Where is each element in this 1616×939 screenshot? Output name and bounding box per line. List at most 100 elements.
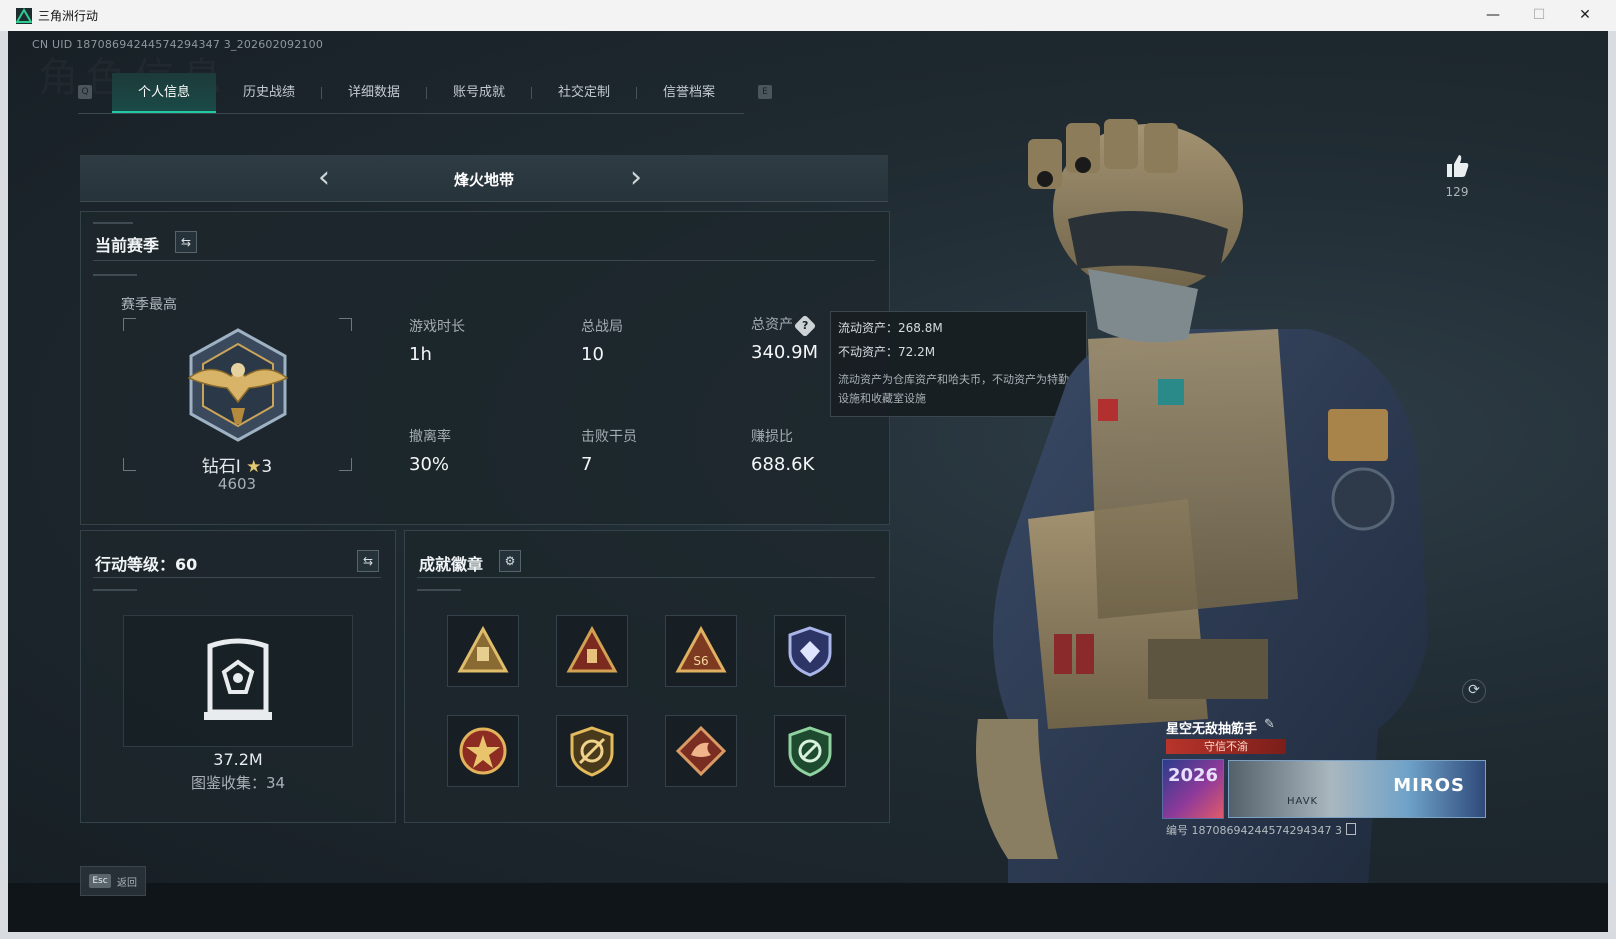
prev-tab-key[interactable]: Q [78, 85, 92, 99]
tab-detail-data[interactable]: 详细数据 [322, 73, 426, 113]
esc-key: Esc [89, 874, 111, 888]
mode-selector: ‹ 烽火地带 › [80, 155, 888, 202]
like-count: 129 [1445, 185, 1469, 199]
name-card-text: HAVK [1287, 796, 1319, 807]
stat-total-assets: 总资产? 340.9M [751, 314, 818, 363]
season-panel: 当前赛季 ⇆ 赛季最高 钻石I ★3 4603 游戏时长 1h 总战局 10 总… [80, 211, 890, 525]
tab-history[interactable]: 历史战绩 [217, 73, 321, 113]
badge-shield-blue-icon[interactable] [774, 615, 846, 687]
panel-divider [93, 577, 381, 578]
edit-name-icon[interactable]: ✎ [1264, 717, 1275, 732]
maximize-button[interactable]: ☐ [1516, 0, 1562, 31]
desktop-edge-left [0, 31, 8, 932]
app-logo-icon [16, 8, 32, 24]
window-titlebar: 三角洲行动 — ☐ ✕ [0, 0, 1616, 32]
tab-bar: Q 个人信息 历史战绩 详细数据 账号成就 社交定制 信誉档案 E [78, 73, 772, 114]
tooltip-fixed-assets: 不动资产：72.2M [838, 345, 936, 359]
tab-credit[interactable]: 信誉档案 [637, 73, 741, 113]
name-card-brand: MIROS [1393, 775, 1465, 796]
season-title: 当前赛季 [95, 236, 160, 255]
panel-decoration [93, 274, 137, 276]
operation-level-panel: 行动等级：60 ⇆ 37.2M 图鉴收集：34 [80, 530, 396, 823]
copy-icon[interactable] [1345, 823, 1356, 835]
stat-label: 游戏时长 [409, 319, 465, 335]
badge-shield-gold-icon[interactable] [556, 715, 628, 787]
tooltip-liquid-assets: 流动资产：268.8M [838, 321, 943, 335]
badge-tri-gold-icon[interactable] [447, 615, 519, 687]
stat-value: 10 [581, 344, 604, 365]
player-nameplate: 星空无敌抽筋手 ✎ 守信不渝 2026 HAVK MIROS 编号 187086… [1160, 714, 1486, 837]
stat-total-matches: 总战局 10 [581, 316, 623, 365]
badge-dragon-red-icon[interactable] [665, 715, 737, 787]
badges-title: 成就徽章 [419, 555, 484, 574]
stat-label-text: 总资产 [751, 317, 793, 333]
player-name: 星空无敌抽筋手 [1166, 722, 1258, 737]
stat-value: 30% [409, 454, 450, 475]
stat-label: 总战局 [581, 319, 623, 335]
panel-decoration [417, 589, 461, 591]
rank-star-icon: ★ [246, 457, 262, 477]
rank-stars: 3 [261, 457, 273, 477]
panel-decoration [93, 222, 133, 224]
account-uid: CN UID 18708694244574294347 3_2026020921… [32, 38, 324, 51]
badges-settings-icon[interactable]: ⚙ [499, 550, 521, 572]
season-best-label: 赛季最高 [121, 297, 177, 313]
collection-case-icon[interactable] [202, 636, 274, 722]
panel-decoration [93, 589, 137, 591]
stat-label: 总资产? [751, 314, 818, 338]
collection-count: 图鉴收集：34 [190, 774, 286, 792]
badge-tri-red-icon[interactable] [556, 615, 628, 687]
thumbs-up-icon[interactable] [1444, 153, 1470, 179]
tab-social[interactable]: 社交定制 [532, 73, 636, 113]
badge-shield-green-icon[interactable] [774, 715, 846, 787]
next-tab-key[interactable]: E [758, 85, 772, 99]
season-switch-button[interactable]: ⇆ [175, 231, 197, 253]
game-viewport: 角色信息 CN UID 18708694244574294347 3_20260… [8, 31, 1608, 932]
stat-operators-defeated: 击败干员 7 [581, 426, 637, 475]
stat-label: 赚损比 [751, 429, 793, 445]
credit-badge: 守信不渝 [1166, 739, 1286, 754]
badge-star-red-icon[interactable] [447, 715, 519, 787]
tab-achievements[interactable]: 账号成就 [427, 73, 531, 113]
badge-tri-s6-icon[interactable]: S6 [665, 615, 737, 687]
stat-value: 340.9M [751, 342, 819, 363]
desktop-edge-bottom [0, 932, 1616, 939]
window-title: 三角洲行动 [38, 9, 99, 23]
level-switch-button[interactable]: ⇆ [357, 550, 379, 572]
panel-divider [93, 260, 875, 261]
stat-profit-loss: 赚损比 688.6K [751, 426, 814, 475]
name-card[interactable]: HAVK MIROS [1228, 760, 1486, 818]
frame-corner [339, 458, 352, 471]
tab-personal-info[interactable]: 个人信息 [112, 73, 216, 113]
diamond-rank-eagle-icon [179, 326, 297, 444]
minimize-button[interactable]: — [1470, 0, 1516, 31]
close-button[interactable]: ✕ [1562, 0, 1608, 31]
back-label: 返回 [117, 878, 137, 889]
rotate-model-icon[interactable]: ⟳ [1462, 679, 1486, 703]
rank-tier: 钻石I [201, 457, 241, 477]
stat-value: 7 [581, 454, 593, 475]
desktop-edge-right [1608, 31, 1616, 932]
frame-corner [123, 458, 136, 471]
stat-label: 撤离率 [409, 429, 451, 445]
back-button[interactable]: Esc 返回 [80, 866, 146, 896]
collection-value: 37.2M [213, 750, 263, 769]
mode-next-arrow-icon[interactable]: › [630, 161, 642, 195]
rank-score: 4603 [217, 475, 257, 493]
mode-title: 烽火地带 [453, 171, 514, 189]
stat-playtime: 游戏时长 1h [409, 316, 465, 365]
bottom-bar [8, 883, 1608, 932]
stat-label: 击败干员 [581, 429, 637, 445]
help-icon[interactable]: ? [793, 314, 817, 338]
frame-corner [123, 318, 136, 331]
player-id-text: 编号 18708694244574294347 3 [1166, 824, 1342, 837]
avatar-year: 2026 [1167, 765, 1219, 786]
achievement-badges-panel: 成就徽章 ⚙ S6 [404, 530, 890, 823]
stat-value: 1h [409, 344, 432, 365]
avatar[interactable]: 2026 [1162, 759, 1224, 819]
frame-corner [339, 318, 352, 331]
svg-text:S6: S6 [693, 654, 708, 668]
rank-name: 钻石I ★3 [137, 452, 337, 477]
player-id: 编号 18708694244574294347 3 [1166, 822, 1356, 838]
stat-extract-rate: 撤离率 30% [409, 426, 451, 475]
